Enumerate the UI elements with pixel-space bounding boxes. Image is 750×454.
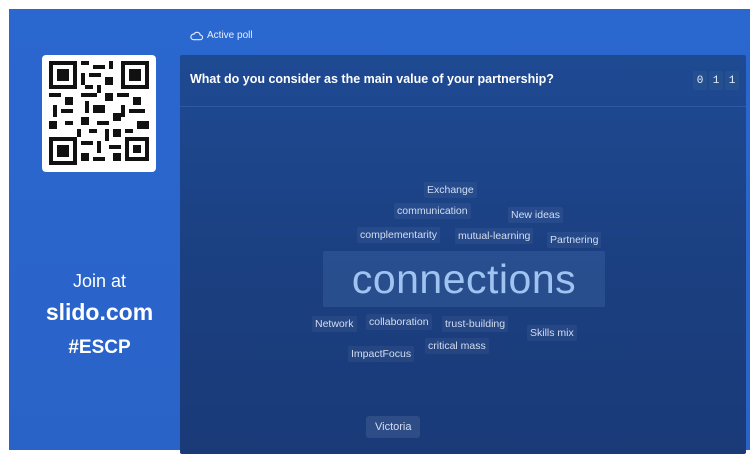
- word-cloud-item: Partnering: [547, 232, 602, 248]
- word-cloud-item: New ideas: [508, 207, 564, 223]
- qr-code-image: [49, 61, 149, 165]
- poll-panel: What do you consider as the main value o…: [180, 55, 746, 454]
- word-cloud-item: critical mass: [425, 338, 489, 354]
- presentation-stage: Active poll Join at slido.com #ESCP What…: [9, 9, 750, 454]
- word-cloud-item: Exchange: [424, 182, 477, 198]
- header-divider: [180, 106, 746, 107]
- cloud-icon: [190, 31, 203, 40]
- word-cloud-item: Network: [312, 316, 357, 332]
- counter-digit: 1: [725, 71, 739, 90]
- word-cloud-item: collaboration: [366, 314, 432, 330]
- counter-digit: 1: [709, 71, 723, 90]
- word-cloud-top-word: connections: [323, 251, 605, 307]
- join-url: slido.com: [45, 299, 154, 325]
- word-cloud-item: trust-building: [442, 316, 509, 332]
- join-prefix: Join at: [72, 271, 127, 291]
- active-poll-indicator: Active poll: [190, 30, 253, 41]
- event-code: #ESCP: [68, 337, 131, 358]
- participant-counter: 0 1 1: [693, 71, 739, 90]
- poll-question: What do you consider as the main value o…: [190, 72, 554, 86]
- word-cloud-item: mutual-learning: [455, 228, 534, 244]
- join-qr-code: [42, 55, 156, 172]
- word-cloud-item: complementarity: [357, 227, 441, 243]
- word-cloud-item: ImpactFocus: [348, 346, 415, 362]
- active-poll-label: Active poll: [207, 30, 253, 41]
- latest-response-author: Victoria: [366, 416, 421, 438]
- word-cloud-item: communication: [394, 203, 471, 219]
- counter-digit: 0: [693, 71, 707, 90]
- word-cloud-item: Skills mix: [527, 325, 577, 341]
